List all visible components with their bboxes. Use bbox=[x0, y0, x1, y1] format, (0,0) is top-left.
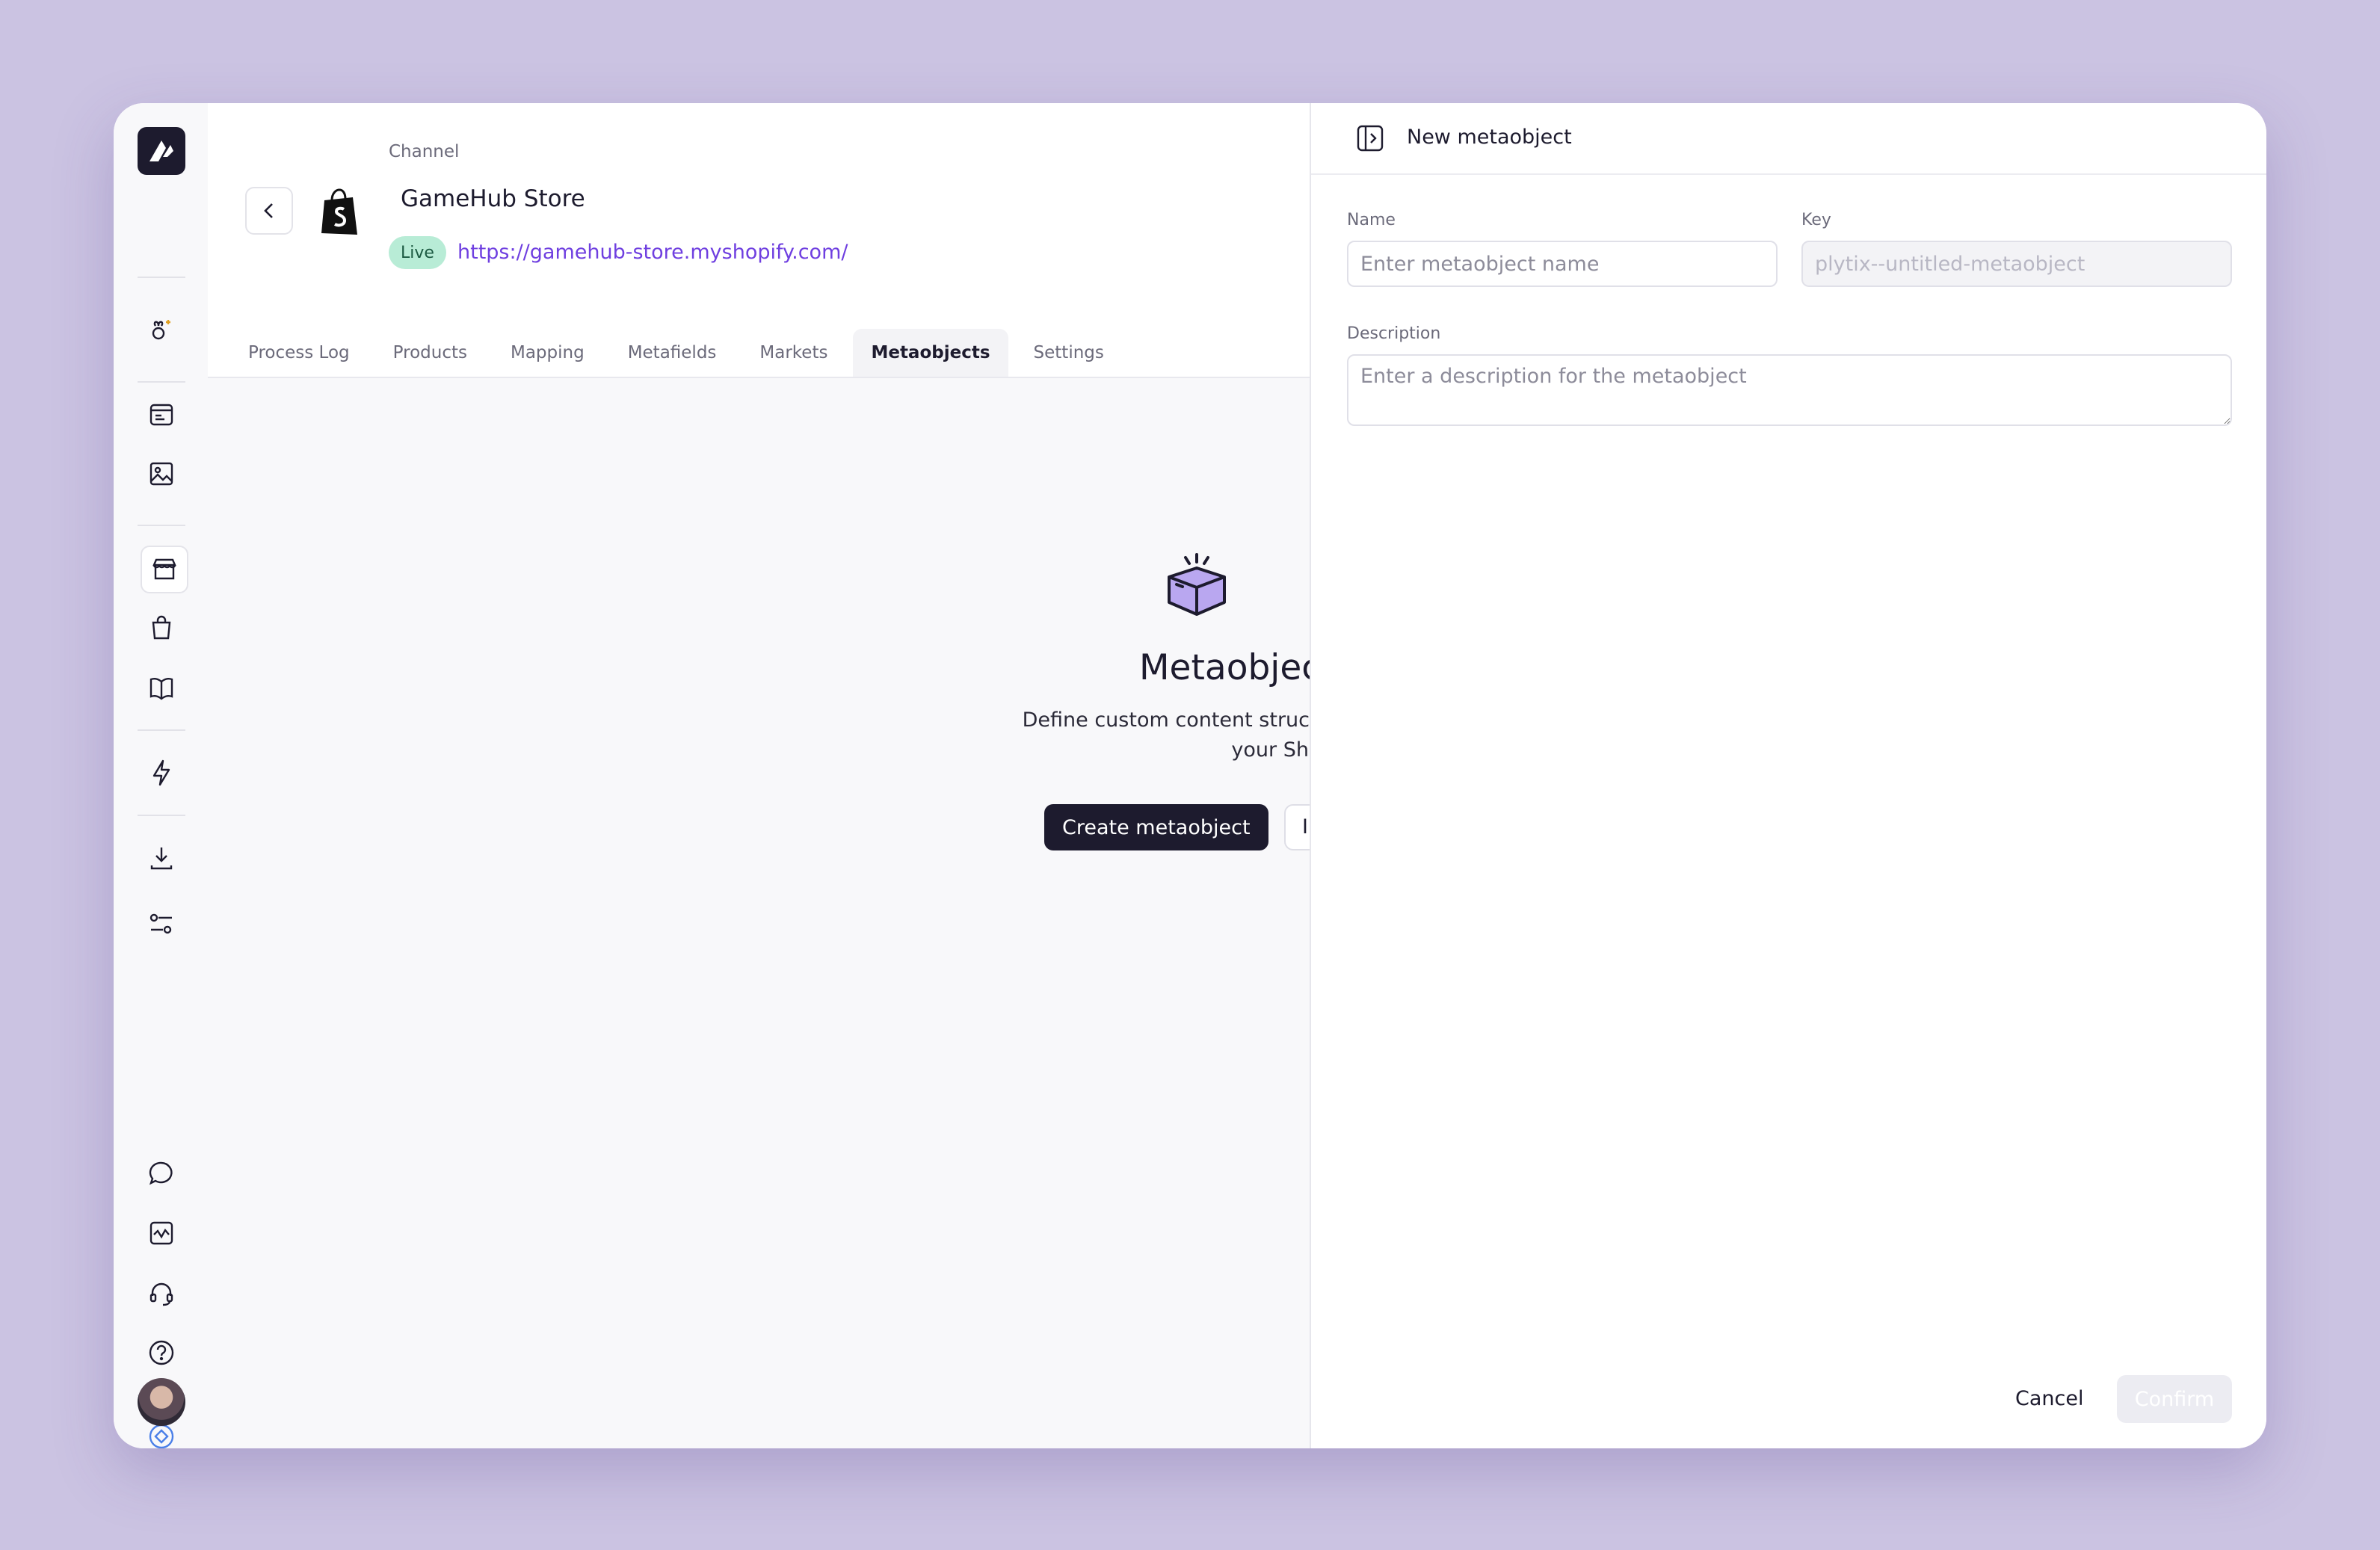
sidebar-divider bbox=[138, 815, 185, 816]
drawer-title: New metaobject bbox=[1407, 126, 1572, 149]
logo-icon[interactable] bbox=[138, 127, 185, 175]
drawer-header: New metaobject bbox=[1311, 103, 2266, 175]
back-button[interactable] bbox=[245, 187, 293, 235]
sidebar-divider bbox=[138, 277, 185, 278]
key-input bbox=[1801, 241, 2232, 287]
channel-label: Channel bbox=[389, 142, 460, 161]
description-label: Description bbox=[1347, 324, 1441, 343]
image-icon[interactable] bbox=[142, 454, 181, 493]
chevron-left-icon bbox=[264, 203, 273, 218]
name-input[interactable] bbox=[1347, 241, 1778, 287]
tab-process-log[interactable]: Process Log bbox=[230, 329, 368, 377]
tab-metaobjects[interactable]: Metaobjects bbox=[853, 329, 1008, 377]
confirm-button[interactable]: Confirm bbox=[2117, 1375, 2232, 1423]
channel-header: Channel GameHub Store Live https://gameh… bbox=[208, 103, 1423, 378]
name-label: Name bbox=[1347, 211, 1396, 229]
tab-bar: Process Log Products Mapping Metafields … bbox=[230, 329, 1129, 377]
download-icon[interactable] bbox=[142, 839, 181, 877]
app-window: Channel GameHub Store Live https://gameh… bbox=[114, 103, 2266, 1448]
store-name: GameHub Store bbox=[401, 185, 585, 212]
description-textarea[interactable] bbox=[1347, 354, 2232, 426]
sidebar-divider bbox=[138, 381, 185, 383]
create-metaobject-button[interactable]: Create metaobject bbox=[1044, 804, 1268, 850]
new-metaobject-drawer: New metaobject Name Key Description Canc… bbox=[1310, 103, 2266, 1448]
empty-state-title: Metaobjec bbox=[1139, 647, 1322, 688]
shopify-logo-icon bbox=[321, 188, 357, 235]
store-url-link[interactable]: https://gamehub-store.myshopify.com/ bbox=[457, 241, 848, 264]
sparkle-bee-icon[interactable] bbox=[142, 311, 181, 350]
tab-markets[interactable]: Markets bbox=[742, 329, 845, 377]
catalog-icon[interactable] bbox=[142, 395, 181, 433]
tab-settings[interactable]: Settings bbox=[1016, 329, 1122, 377]
help-icon[interactable] bbox=[142, 1333, 181, 1372]
cancel-button[interactable]: Cancel bbox=[2003, 1375, 2095, 1421]
tab-mapping[interactable]: Mapping bbox=[493, 329, 602, 377]
empty-state: Metaobjec Define custom content structur… bbox=[208, 377, 1423, 1448]
sidebar bbox=[114, 103, 209, 1448]
box-sparkle-icon bbox=[1168, 553, 1226, 616]
tab-metafields[interactable]: Metafields bbox=[610, 329, 735, 377]
tab-products[interactable]: Products bbox=[375, 329, 485, 377]
key-label: Key bbox=[1801, 211, 1831, 229]
activity-icon[interactable] bbox=[142, 1214, 181, 1253]
sidebar-divider bbox=[138, 729, 185, 731]
main-content: Channel GameHub Store Live https://gameh… bbox=[208, 103, 1423, 1448]
lightning-icon[interactable] bbox=[142, 753, 181, 792]
headset-icon[interactable] bbox=[142, 1273, 181, 1312]
chat-icon[interactable] bbox=[142, 1154, 181, 1193]
panel-toggle-icon[interactable] bbox=[1356, 124, 1384, 152]
book-icon[interactable] bbox=[142, 668, 181, 707]
sidebar-divider bbox=[138, 525, 185, 526]
bag-icon[interactable] bbox=[142, 608, 181, 647]
sliders-icon[interactable] bbox=[142, 904, 181, 943]
store-icon[interactable] bbox=[141, 546, 188, 593]
status-badge: Live bbox=[389, 236, 446, 269]
avatar[interactable] bbox=[138, 1378, 185, 1426]
